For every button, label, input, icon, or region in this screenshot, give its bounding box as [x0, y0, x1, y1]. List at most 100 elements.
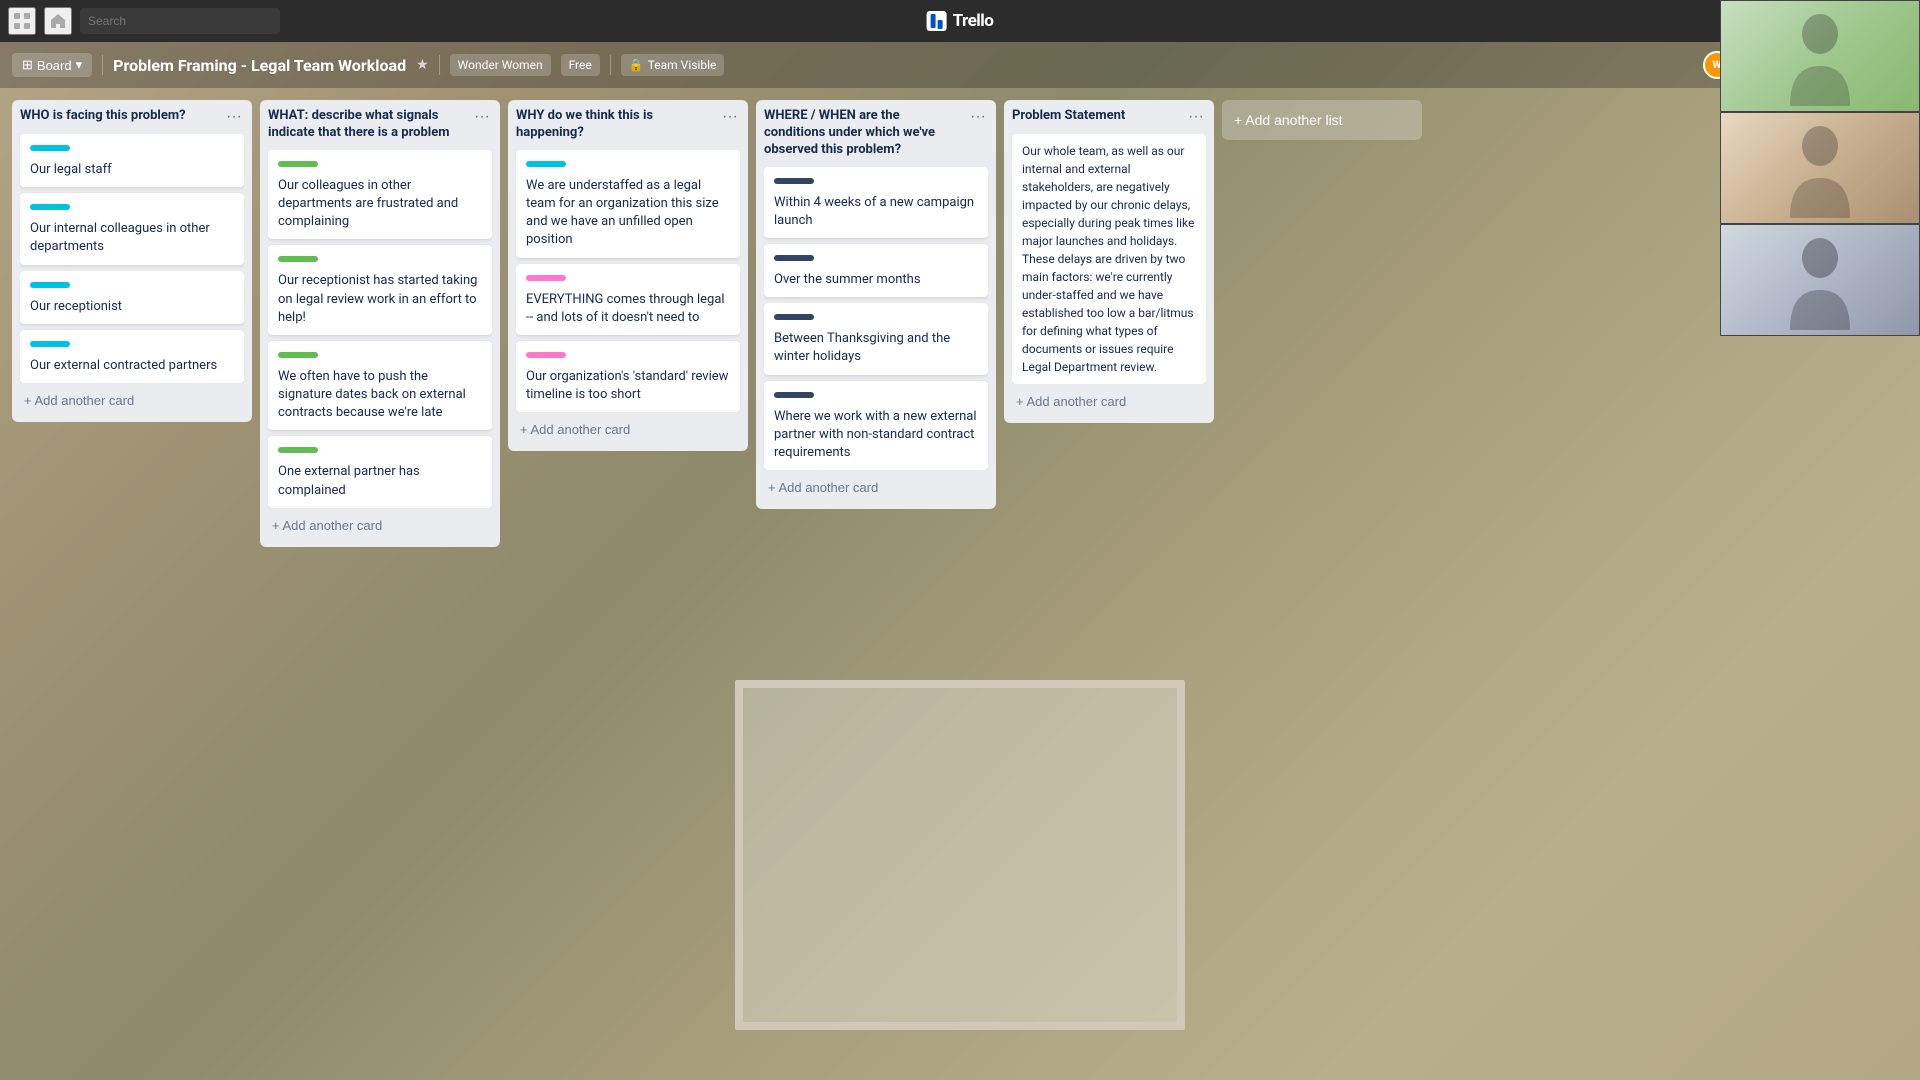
- column-what-cards: Our colleagues in other departments are …: [268, 150, 492, 508]
- problem-statement-text: Our whole team, as well as our internal …: [1022, 142, 1196, 376]
- column-where-cards: Within 4 weeks of a new campaign launch …: [764, 167, 988, 471]
- card-text: EVERYTHING comes through legal -- and lo…: [526, 291, 730, 327]
- trello-logo: Trello: [927, 11, 994, 31]
- add-card-button-what[interactable]: + Add another card: [268, 512, 492, 539]
- card-label: [526, 275, 566, 281]
- problem-statement-card[interactable]: Our whole team, as well as our internal …: [1012, 134, 1206, 384]
- card-label: [30, 145, 70, 151]
- chevron-down-icon: ▾: [76, 57, 83, 73]
- lock-icon: 🔒: [629, 58, 644, 72]
- card-text: Our colleagues in other departments are …: [278, 177, 482, 232]
- card-text: One external partner has complained: [278, 463, 482, 499]
- visibility-label: Team Visible: [648, 58, 717, 72]
- header-separator-3: [610, 55, 611, 75]
- card[interactable]: Our receptionist has started taking on l…: [268, 245, 492, 335]
- column-where-title: WHERE / WHEN are the conditions under wh…: [764, 108, 968, 159]
- column-what: WHAT: describe what signals indicate tha…: [260, 100, 500, 547]
- column-why: WHY do we think this is happening? ··· W…: [508, 100, 748, 451]
- column-statement-cards: Our whole team, as well as our internal …: [1012, 134, 1206, 384]
- add-list-button[interactable]: + Add another list: [1222, 100, 1422, 140]
- trello-wordmark: Trello: [953, 11, 994, 31]
- video-tile-3: [1720, 224, 1920, 336]
- column-why-header: WHY do we think this is happening? ···: [516, 108, 740, 142]
- card-text: Where we work with a new external partne…: [774, 408, 978, 463]
- column-where-menu-button[interactable]: ···: [968, 108, 988, 126]
- free-tag: Free: [561, 54, 600, 76]
- card[interactable]: Between Thanksgiving and the winter holi…: [764, 303, 988, 374]
- card[interactable]: Our internal colleagues in other departm…: [20, 193, 244, 264]
- video-tile-2: [1720, 112, 1920, 224]
- column-who-menu-button[interactable]: ···: [224, 108, 244, 126]
- column-what-menu-button[interactable]: ···: [472, 108, 492, 126]
- card[interactable]: EVERYTHING comes through legal -- and lo…: [516, 264, 740, 335]
- card[interactable]: Where we work with a new external partne…: [764, 381, 988, 471]
- card-label: [526, 161, 566, 167]
- card[interactable]: We often have to push the signature date…: [268, 341, 492, 431]
- card-text: Our legal staff: [30, 161, 234, 179]
- video-bg-1: [1721, 1, 1919, 111]
- add-card-button-statement[interactable]: + Add another card: [1012, 388, 1206, 415]
- card-label: [774, 314, 814, 320]
- column-who-cards: Our legal staff ≡ Our internal colleague…: [20, 134, 244, 383]
- board-canvas: WHO is facing this problem? ··· Our lega…: [0, 88, 1920, 1080]
- card[interactable]: Our colleagues in other departments are …: [268, 150, 492, 240]
- board-star-icon[interactable]: ★: [416, 57, 429, 73]
- column-why-title: WHY do we think this is happening?: [516, 108, 720, 142]
- card[interactable]: Our organization's 'standard' review tim…: [516, 341, 740, 412]
- card-text: We are understaffed as a legal team for …: [526, 177, 730, 250]
- card-label: [774, 178, 814, 184]
- card-label: [774, 255, 814, 261]
- column-statement: Problem Statement ··· Our whole team, as…: [1004, 100, 1214, 423]
- add-card-button-where[interactable]: + Add another card: [764, 474, 988, 501]
- column-who-header: WHO is facing this problem? ···: [20, 108, 244, 126]
- card[interactable]: We are understaffed as a legal team for …: [516, 150, 740, 258]
- board-header: ⊞ Board ▾ Problem Framing - Legal Team W…: [0, 42, 1920, 88]
- visibility-tag[interactable]: 🔒 Team Visible: [621, 54, 725, 76]
- column-who-title: WHO is facing this problem?: [20, 108, 224, 125]
- trello-icon: [927, 11, 947, 31]
- card-label: [30, 282, 70, 288]
- card[interactable]: Our receptionist ≡: [20, 271, 244, 324]
- add-card-button-why[interactable]: + Add another card: [516, 416, 740, 443]
- card-text: Our internal colleagues in other departm…: [30, 220, 234, 256]
- video-panel: [1720, 0, 1920, 336]
- card-text: Our receptionist: [30, 298, 234, 316]
- column-why-menu-button[interactable]: ···: [720, 108, 740, 126]
- workspace-tag: Wonder Women: [450, 54, 551, 76]
- topbar: Trello: [0, 0, 1920, 42]
- card[interactable]: One external partner has complained ≡: [268, 436, 492, 507]
- card-text: We often have to push the signature date…: [278, 368, 482, 423]
- search-input[interactable]: [80, 8, 280, 34]
- column-statement-title: Problem Statement: [1012, 108, 1186, 125]
- card-label: [774, 392, 814, 398]
- card-label: [526, 352, 566, 358]
- card[interactable]: Our external contracted partners ≡: [20, 330, 244, 383]
- board-label: Board: [37, 58, 72, 73]
- column-who: WHO is facing this problem? ··· Our lega…: [12, 100, 252, 422]
- home-icon[interactable]: [44, 7, 72, 35]
- column-what-header: WHAT: describe what signals indicate tha…: [268, 108, 492, 142]
- card-text: Over the summer months: [774, 271, 978, 289]
- card-label: [278, 447, 318, 453]
- card-label: [30, 204, 70, 210]
- video-bg-2: [1721, 113, 1919, 223]
- card-label: [278, 256, 318, 262]
- card[interactable]: Within 4 weeks of a new campaign launch …: [764, 167, 988, 238]
- card-text: Between Thanksgiving and the winter holi…: [774, 330, 978, 366]
- card-text: Our receptionist has started taking on l…: [278, 272, 482, 327]
- column-where: WHERE / WHEN are the conditions under wh…: [756, 100, 996, 509]
- video-tile-1: [1720, 0, 1920, 112]
- column-why-cards: We are understaffed as a legal team for …: [516, 150, 740, 413]
- card-text: Within 4 weeks of a new campaign launch: [774, 194, 978, 230]
- add-card-button-who[interactable]: + Add another card: [20, 387, 244, 414]
- column-what-title: WHAT: describe what signals indicate tha…: [268, 108, 472, 142]
- apps-icon[interactable]: [8, 7, 36, 35]
- card-text: Our organization's 'standard' review tim…: [526, 368, 730, 404]
- board-button[interactable]: ⊞ Board ▾: [12, 53, 92, 77]
- column-statement-menu-button[interactable]: ···: [1186, 108, 1206, 126]
- header-separator: [102, 55, 103, 75]
- column-where-header: WHERE / WHEN are the conditions under wh…: [764, 108, 988, 159]
- card[interactable]: Our legal staff ≡: [20, 134, 244, 187]
- card[interactable]: Over the summer months ≡: [764, 244, 988, 297]
- card-label: [278, 161, 318, 167]
